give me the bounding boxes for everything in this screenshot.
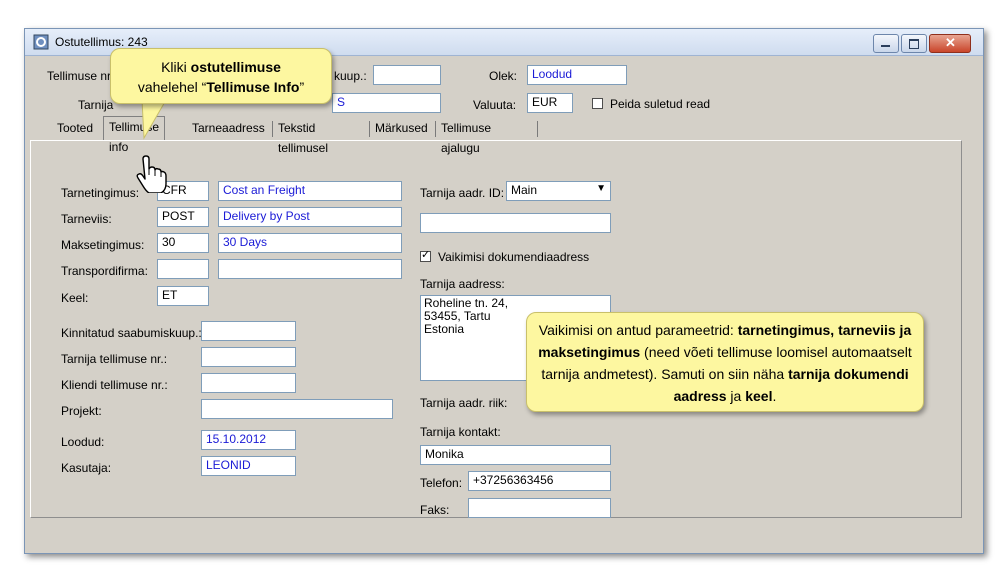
transport-label: Transpordifirma:	[61, 264, 148, 278]
tab-tekstid-tellimusel[interactable]: Tekstid tellimusel	[273, 118, 333, 155]
tab-separator	[537, 121, 538, 137]
confirmed-arrival-field[interactable]	[201, 321, 296, 341]
checkmark-icon: ✓	[421, 249, 431, 261]
payment-terms-label: Maksetingimus:	[61, 238, 145, 252]
created-field[interactable]: 15.10.2012	[201, 430, 296, 450]
user-label: Kasutaja:	[61, 461, 112, 475]
phone-label: Telefon:	[420, 476, 463, 490]
supplier-address-label: Tarnija aadress:	[420, 277, 505, 291]
maximize-button[interactable]	[901, 34, 927, 53]
payment-terms-code[interactable]: 30	[157, 233, 209, 253]
transport-code[interactable]	[157, 259, 209, 279]
arrival-date-label: kuup.:	[334, 69, 367, 83]
transport-desc[interactable]	[218, 259, 402, 279]
delivery-terms-desc[interactable]: Cost an Freight	[218, 181, 402, 201]
supplier-label: Tarnija	[78, 98, 114, 112]
callout-text: ja	[726, 388, 746, 404]
addr-extra-field[interactable]	[420, 213, 611, 233]
fax-label: Faks:	[420, 503, 450, 517]
callout-text: Kliki	[161, 59, 191, 75]
client-order-nr-field[interactable]	[201, 373, 296, 393]
supplier-order-nr-field[interactable]	[201, 347, 296, 367]
addr-country-label: Tarnija aadr. riik:	[420, 396, 508, 410]
delivery-method-desc[interactable]: Delivery by Post	[218, 207, 402, 227]
tab-tooted[interactable]: Tooted	[52, 118, 98, 138]
phone-field[interactable]: +37256363456	[468, 471, 611, 491]
delivery-terms-label: Tarnetingimus:	[61, 186, 140, 200]
maximize-icon	[909, 39, 919, 49]
delivery-method-code[interactable]: POST	[157, 207, 209, 227]
callout-text: .	[772, 388, 777, 404]
callout-bold: tarnetingimus,	[737, 322, 835, 338]
addr-id-value: Main	[511, 183, 538, 197]
minimize-button[interactable]	[873, 34, 899, 53]
callout-pointer	[141, 99, 167, 140]
contact-field[interactable]: Monika	[420, 445, 611, 465]
project-label: Projekt:	[61, 404, 102, 418]
callout-bold: ostutellimuse	[190, 59, 281, 75]
close-icon: ✕	[945, 35, 956, 50]
chevron-down-icon: ▼	[596, 183, 606, 194]
user-field[interactable]: LEONID	[201, 456, 296, 476]
minimize-icon	[881, 45, 890, 47]
addr-id-select[interactable]: Main ▼	[506, 181, 611, 201]
tab-markused[interactable]: Märkused	[370, 118, 433, 138]
supplier-order-nr-label: Tarnija tellimuse nr.:	[61, 352, 168, 366]
confirmed-arrival-label: Kinnitatud saabumiskuup.:	[61, 326, 202, 340]
arrival-date-field[interactable]	[373, 65, 441, 85]
order-nr-label: Tellimuse nr.	[47, 69, 114, 83]
callout-text: Vaikimisi on antud parameetrid:	[538, 322, 738, 338]
fax-field[interactable]	[468, 498, 611, 518]
delivery-method-label: Tarneviis:	[61, 212, 112, 226]
callout-text: ”	[299, 79, 305, 95]
hide-closed-label: Peida suletud read	[610, 97, 711, 111]
status-field[interactable]: Loodud	[527, 65, 627, 85]
tab-tellimuse-ajalugu[interactable]: Tellimuse ajalugu	[436, 118, 496, 155]
hide-closed-checkbox[interactable]	[592, 98, 603, 109]
language-label: Keel:	[61, 291, 89, 305]
hand-cursor-icon	[136, 155, 167, 193]
callout-text: vahelehel “	[137, 79, 207, 95]
project-field[interactable]	[201, 399, 393, 419]
tooltip-default-params: Vaikimisi on antud parameetrid: tarnetin…	[526, 312, 924, 412]
currency-field[interactable]: EUR	[527, 93, 573, 113]
default-doc-addr-checkbox[interactable]: ✓	[420, 249, 431, 262]
payment-terms-desc[interactable]: 30 Days	[218, 233, 402, 253]
app-icon	[33, 34, 49, 50]
tab-tarneaadress[interactable]: Tarneaadress	[187, 118, 270, 138]
supplier-name-field[interactable]: S	[332, 93, 441, 113]
contact-label: Tarnija kontakt:	[420, 425, 501, 439]
status-label: Olek:	[489, 69, 518, 83]
currency-label: Valuuta:	[473, 98, 517, 112]
callout-bold: keel	[745, 388, 773, 404]
created-label: Loodud:	[61, 435, 105, 449]
close-button[interactable]: ✕	[929, 34, 971, 53]
client-order-nr-label: Kliendi tellimuse nr.:	[61, 378, 168, 392]
default-doc-addr-label: Vaikimisi dokumendiaadress	[438, 250, 590, 264]
language-field[interactable]: ET	[157, 286, 209, 306]
addr-id-label: Tarnija aadr. ID:	[420, 186, 505, 200]
tooltip-click-tab: Kliki ostutellimuse vahelehel “Tellimuse…	[110, 48, 332, 104]
callout-bold: Tellimuse Info	[206, 79, 300, 95]
window-title: Ostutellimus: 243	[55, 35, 148, 49]
